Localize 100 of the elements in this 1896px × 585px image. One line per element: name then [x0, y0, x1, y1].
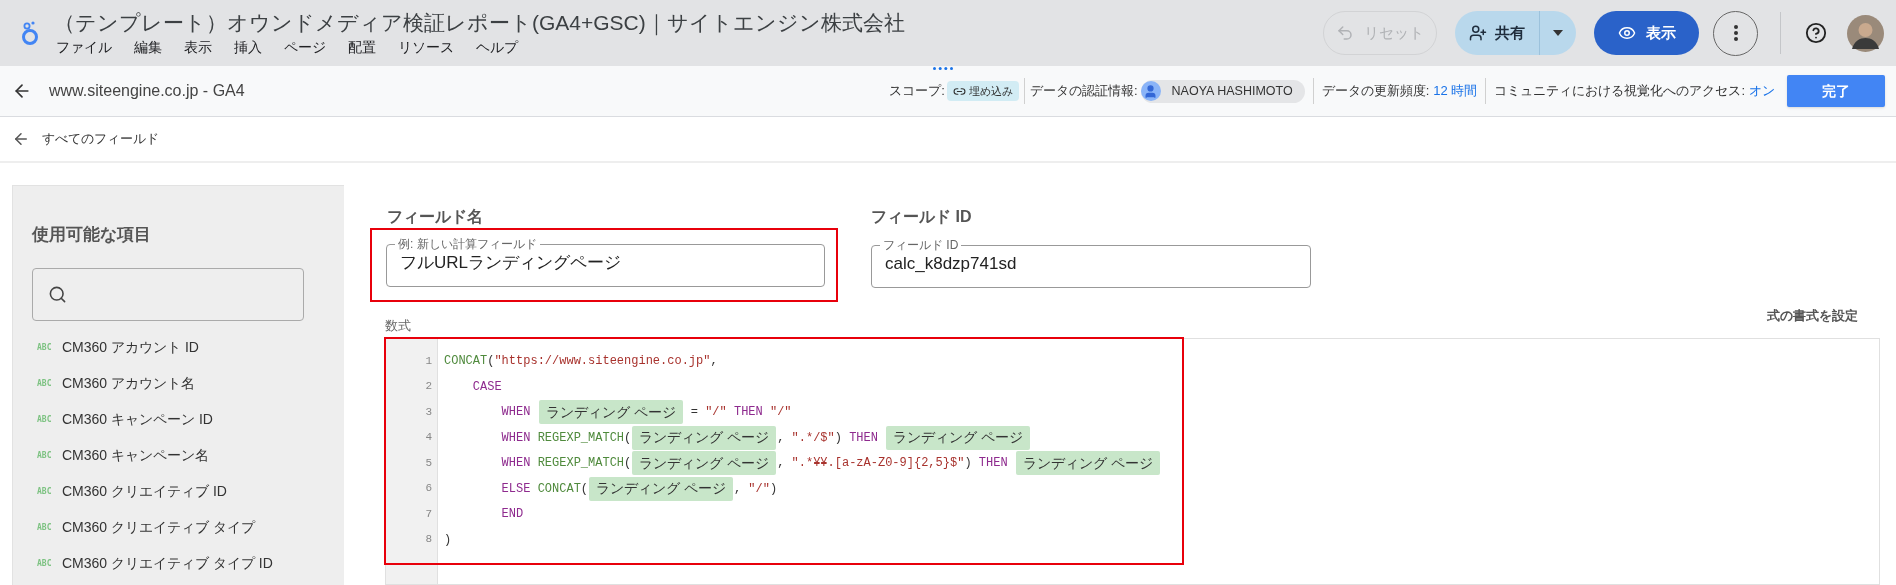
field-name-heading: フィールド名 — [386, 207, 484, 227]
field-item[interactable]: CM360 クリエイティブ タイプ — [62, 517, 255, 538]
menu-item[interactable]: 配置 — [348, 36, 376, 57]
code-text: ) — [834, 429, 842, 447]
menu-item[interactable]: ファイル — [56, 36, 112, 57]
string-literal: ".*/$" — [791, 429, 835, 447]
keyword: THEN — [733, 404, 763, 422]
avatar[interactable] — [1847, 14, 1884, 52]
user-chip[interactable]: NAOYA HASHIMOTO — [1140, 79, 1305, 103]
logo-icon[interactable] — [20, 20, 40, 46]
field-item[interactable]: CM360 クリエイティブ ID — [62, 481, 227, 502]
string-literal: ".*¥¥.[a-zA-Z0-9]{2,5}$" — [791, 455, 965, 473]
line-number: 5 — [425, 455, 432, 471]
format-formula-link[interactable]: 式の書式を設定 — [1767, 306, 1858, 326]
field-item[interactable]: CM360 クリエイティブ タイプ ID — [62, 553, 273, 574]
field-chip: ランディング ページ — [1015, 451, 1160, 476]
code-text: , — [710, 353, 718, 371]
data-source-name: www.siteengine.co.jp - GA4 — [49, 81, 245, 101]
undo-icon — [1336, 24, 1354, 42]
caret-icon[interactable] — [1553, 30, 1563, 36]
field-name-input[interactable]: 例: 新しい計算フィールド フルURLランディングページ — [386, 237, 825, 287]
search-field[interactable] — [32, 267, 304, 321]
string-literal: "/" — [748, 480, 770, 498]
community-access-link[interactable]: オン — [1749, 81, 1775, 101]
type-label: ABC — [37, 557, 53, 570]
add-person-icon — [1469, 24, 1487, 42]
code-text: ) — [964, 455, 972, 473]
field-chip: ランディング ページ — [632, 451, 777, 476]
field-id-input[interactable]: フィールド ID calc_k8dzp741sd — [871, 238, 1311, 288]
menu-item[interactable]: ヘルプ — [476, 36, 518, 57]
formula-label: 数式 — [385, 317, 411, 335]
code-text: ( — [580, 480, 589, 498]
function-name: REGEXP_MATCH — [537, 429, 625, 447]
back-icon[interactable] — [12, 130, 30, 148]
user-icon — [1140, 81, 1161, 101]
keyword: CASE — [472, 378, 502, 396]
line-number: 6 — [425, 481, 432, 496]
menu-item[interactable]: ページ — [284, 36, 326, 57]
keyword: ELSE — [501, 480, 531, 498]
line-number: 1 — [425, 353, 432, 369]
function-name: REGEXP_MATCH — [537, 455, 625, 473]
keyword: WHEN — [501, 455, 531, 473]
drag-handle-icon[interactable] — [933, 67, 953, 70]
floating-label: 例: 新しい計算フィールド — [397, 237, 538, 251]
code-text: ) — [444, 531, 452, 549]
type-label: ABC — [37, 377, 53, 390]
share-button[interactable]: 共有 — [1455, 11, 1576, 55]
type-label: ABC — [37, 485, 53, 498]
breadcrumb-link[interactable]: すべてのフィールド — [42, 129, 159, 149]
community-access-label: コミュニティにおける視覚化へのアクセス: — [1494, 82, 1745, 101]
menu-item[interactable]: 挿入 — [234, 36, 262, 57]
string-literal: "/" — [769, 404, 792, 422]
scope-label: スコープ: — [889, 82, 945, 101]
field-chip: ランディング ページ — [886, 425, 1031, 450]
function-name: CONCAT — [537, 480, 581, 498]
function-name: CONCAT — [444, 353, 488, 371]
freshness-label: データの更新頻度: — [1321, 82, 1430, 101]
code-text: ( — [624, 455, 632, 473]
field-id-heading: フィールド ID — [871, 207, 973, 227]
code-text: ( — [624, 429, 632, 447]
type-label: ABC — [37, 413, 53, 426]
line-number: 7 — [425, 506, 432, 522]
field-item[interactable]: CM360 アカウント名 — [62, 373, 196, 394]
field-chip: ランディング ページ — [538, 400, 683, 425]
keyword: WHEN — [501, 404, 531, 422]
formula-editor[interactable] — [385, 337, 1880, 585]
keyword: END — [501, 506, 524, 524]
report-title: （テンプレート）オウンドメディア検証レポート(GA4+GSC)｜サイトエンジン株式会社 — [54, 9, 905, 36]
field-item[interactable]: CM360 キャンペーン名 — [62, 445, 210, 466]
keyword: WHEN — [501, 429, 531, 447]
line-number: 2 — [425, 379, 432, 394]
view-button[interactable]: 表示 — [1594, 11, 1699, 55]
help-icon[interactable] — [1805, 22, 1827, 44]
menu-item[interactable]: リソース — [398, 36, 454, 57]
search-icon — [48, 284, 67, 304]
code-text: , — [733, 480, 742, 498]
line-number: 8 — [425, 532, 432, 547]
type-label: ABC — [37, 521, 53, 534]
scope-chip: 埋め込み — [946, 81, 1019, 101]
line-number: 4 — [425, 430, 432, 445]
field-chip: ランディング ページ — [589, 476, 733, 501]
credentials-label: データの認証情報: — [1029, 82, 1138, 101]
menu-item[interactable]: 表示 — [184, 36, 212, 57]
string-literal: "https://www.siteengine.co.jp" — [494, 353, 711, 371]
code-text: ) — [769, 480, 778, 498]
line-number: 3 — [425, 404, 432, 420]
floating-label: フィールド ID — [882, 238, 960, 252]
code-text: , — [777, 429, 785, 447]
done-button[interactable]: 完了 — [1787, 75, 1885, 107]
menu-item[interactable]: 編集 — [134, 36, 162, 57]
eye-icon — [1617, 24, 1636, 42]
field-item[interactable]: CM360 アカウント ID — [62, 337, 199, 358]
string-literal: "/" — [705, 404, 727, 422]
field-item[interactable]: CM360 キャンペーン ID — [62, 409, 213, 430]
sidebar-title: 使用可能な項目 — [32, 224, 152, 246]
keyword: THEN — [849, 429, 878, 447]
freshness-link[interactable]: 12 時間 — [1433, 81, 1478, 101]
code-text: = — [690, 404, 698, 422]
keyword: THEN — [978, 455, 1008, 473]
code-text: , — [777, 455, 785, 473]
